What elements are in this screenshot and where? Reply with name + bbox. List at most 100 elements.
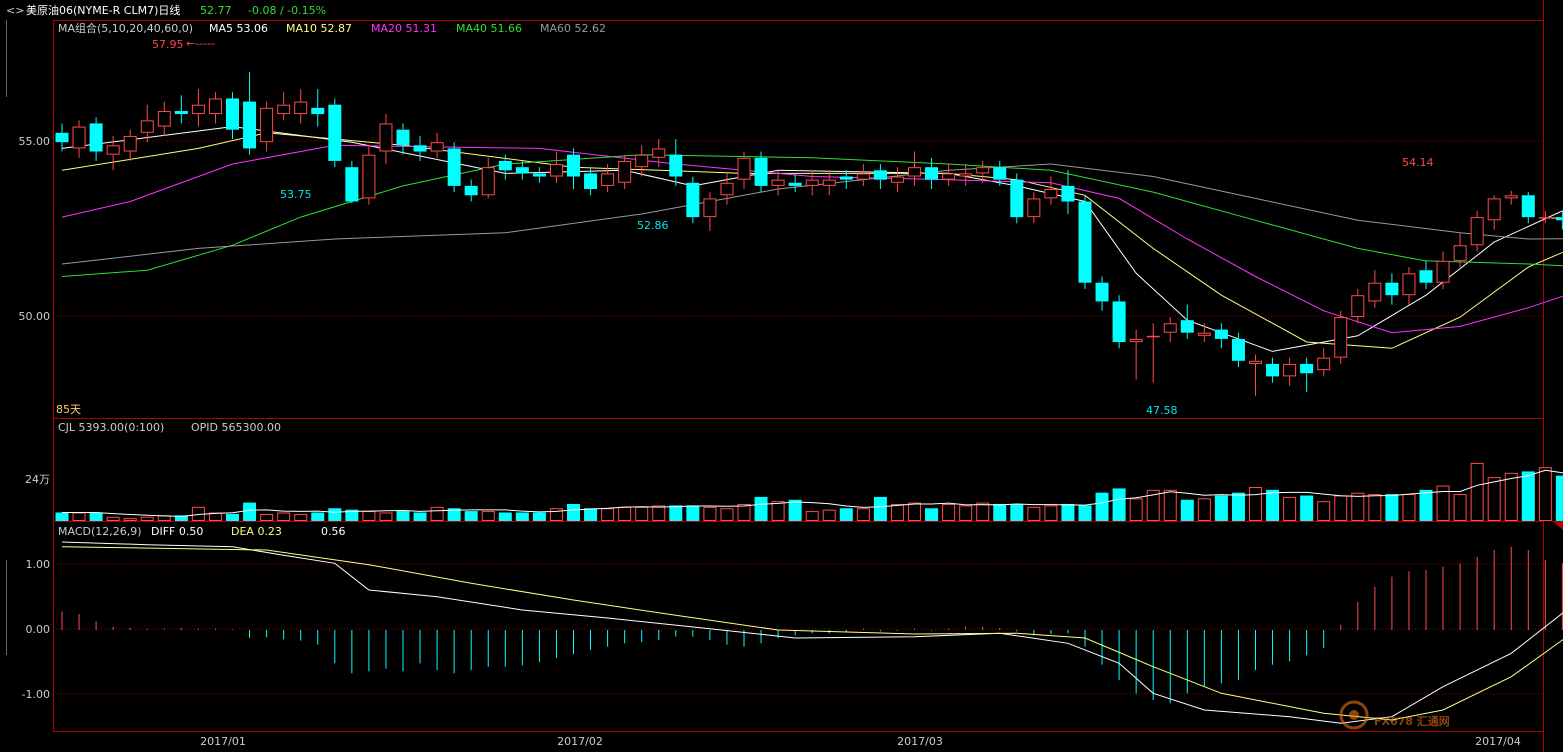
candle	[464, 179, 478, 202]
candle	[123, 129, 137, 161]
volume-bar-down	[1521, 471, 1535, 521]
candle	[1419, 260, 1433, 289]
candle-body-up	[635, 154, 649, 168]
volume-bar-down	[413, 512, 427, 521]
volume-bar-down	[515, 512, 529, 521]
candle	[1163, 317, 1177, 343]
candle	[737, 151, 751, 190]
candle	[669, 139, 683, 186]
candle-body-down	[447, 148, 461, 186]
candle	[1129, 329, 1143, 380]
volume-bar-up	[890, 504, 904, 521]
candle	[1095, 276, 1109, 311]
volume-bar-up	[1487, 477, 1501, 522]
volume-bar-up	[1453, 494, 1467, 522]
y-label-m1: 1.00	[26, 558, 51, 571]
candle-body-up	[1129, 338, 1143, 343]
volume-bar-up	[976, 502, 990, 522]
volume-legend: CJL 5393.00(0:100) OPID 565300.00	[58, 421, 281, 434]
x-label-mar: 2017/03	[897, 735, 943, 748]
candle	[1112, 295, 1126, 349]
annotations: 57.95 ←----- 53.75 52.86 54.14 47.58 85天	[56, 37, 1434, 417]
candle-body-up	[294, 101, 308, 115]
annot-high-top-arrow: ←-----	[186, 37, 215, 50]
volume-bar-up	[1317, 501, 1331, 521]
candle	[277, 92, 291, 121]
candle-body-up	[260, 107, 274, 143]
volume-bar-up	[959, 505, 973, 521]
y-label-50: 50.00	[19, 310, 51, 323]
candle	[1044, 176, 1058, 205]
candle	[208, 92, 222, 124]
volume-bar-up	[908, 502, 921, 522]
watermark-logo-dot	[1349, 710, 1359, 720]
candle-body-down	[1010, 179, 1024, 218]
candle	[157, 101, 171, 136]
candle	[362, 145, 376, 205]
volume-bar-up	[140, 516, 154, 521]
candle-body-down	[686, 182, 700, 218]
volume-bar-down	[226, 513, 239, 521]
candle-body-down	[532, 173, 546, 177]
volume-bar-down	[89, 512, 103, 521]
opid-label: OPID 565300.00	[191, 421, 281, 434]
candle	[1078, 195, 1092, 289]
candle-body-up	[208, 98, 222, 115]
y-label-55: 55.00	[19, 135, 51, 148]
volume-bar-down	[1300, 495, 1314, 521]
candle-body-up	[771, 179, 785, 186]
price-change: -0.08 / -0.15%	[248, 4, 326, 17]
volume-bar-up	[856, 508, 870, 521]
volume-bar-down	[788, 499, 802, 521]
candle-body-up	[1351, 295, 1365, 318]
volume-bar-up	[379, 512, 393, 521]
candle-body-up	[1283, 363, 1297, 377]
candle-body-down	[328, 104, 342, 161]
annot-high-right: 54.14	[1402, 156, 1434, 169]
frame-border	[53, 20, 1544, 732]
candle	[1402, 267, 1416, 305]
candle	[703, 192, 717, 231]
candle	[294, 89, 308, 124]
candle	[1214, 323, 1228, 349]
chart-root: <> 美原油06(NYME-R CLM7)日线 52.77 -0.08 / -0…	[6, 0, 1563, 752]
volume-bar-up	[1351, 492, 1365, 521]
candle	[686, 176, 700, 224]
candle	[1283, 357, 1297, 386]
volume-bar-up	[1197, 498, 1211, 522]
candle-body-down	[1180, 320, 1194, 333]
candle-body-down	[754, 157, 768, 186]
candle	[72, 120, 86, 158]
x-label-jan: 2017/01	[200, 735, 246, 748]
volume-bar-up	[549, 508, 563, 521]
candle-body-up	[1436, 260, 1450, 283]
candle-body-down	[174, 110, 188, 115]
volume-bar-up	[294, 513, 308, 522]
volume-bar-up	[942, 504, 956, 521]
candle-body-up	[1538, 217, 1552, 219]
volume-bar-down	[1266, 489, 1280, 521]
volume-bars	[55, 462, 1563, 522]
candle	[549, 151, 563, 183]
candle-body-down	[993, 167, 1007, 180]
back-glyph[interactable]: <>	[6, 4, 24, 17]
candle-body-down	[311, 107, 325, 115]
candle	[567, 148, 580, 190]
volume-bar-down	[1419, 489, 1433, 521]
volume-bar-up	[1044, 505, 1058, 521]
candle-body-down	[498, 160, 512, 171]
candle-body-up	[908, 167, 921, 177]
annot-low-bottom: 47.58	[1146, 404, 1178, 417]
dea-label: DEA 0.23	[231, 525, 282, 538]
candle	[498, 154, 512, 180]
volume-bar-down	[396, 511, 410, 521]
volume-bar-down	[55, 512, 69, 521]
annot-low-1: 53.75	[280, 188, 312, 201]
volume-bar-down	[567, 504, 580, 521]
volume-bar-down	[584, 508, 598, 521]
volume-bar-down	[464, 511, 478, 521]
candle	[1231, 332, 1245, 368]
volume-bar-down	[1078, 505, 1092, 521]
candle	[379, 114, 393, 165]
macd-legend: MACD(12,26,9) DIFF 0.50 DEA 0.23 0.56	[58, 525, 346, 538]
